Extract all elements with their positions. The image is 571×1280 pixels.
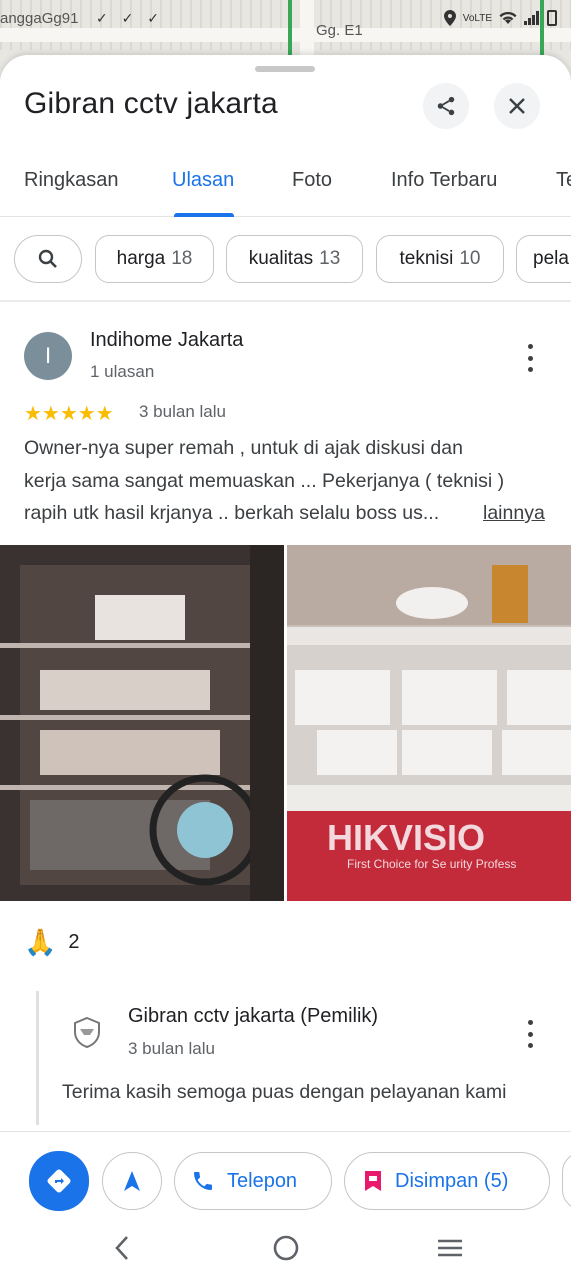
active-tab-indicator [174, 213, 234, 217]
more-options-icon[interactable] [520, 344, 540, 372]
share-icon [437, 96, 455, 116]
share-button[interactable] [423, 83, 469, 129]
call-button[interactable]: Telepon [174, 1152, 332, 1210]
chip-label: teknisi [399, 248, 454, 269]
review-photo-2[interactable]: HIKVISIO First Choice for Se urity Profe… [287, 545, 571, 901]
owner-logo-icon [74, 1016, 100, 1049]
wifi-icon [499, 12, 517, 24]
more-options-icon[interactable] [520, 1020, 540, 1048]
owner-reply-name: Gibran cctv jakarta (Pemilik) [128, 1005, 379, 1027]
search-reviews-button[interactable] [14, 235, 82, 283]
battery-icon [547, 10, 557, 26]
map-route-line [288, 0, 292, 60]
close-icon [509, 98, 525, 114]
photo-banner-text: HIKVISIO [327, 817, 485, 858]
tab-ulasan[interactable]: Ulasan [172, 169, 234, 192]
chip-teknisi[interactable]: teknisi 10 [376, 235, 504, 283]
pray-icon: 🙏 [24, 927, 57, 957]
tab-info-terbaru[interactable]: Info Terbaru [391, 169, 497, 192]
signal-icon [524, 11, 539, 25]
home-icon[interactable] [271, 1233, 301, 1263]
photo-cctv-boxes: HIKVISIO First Choice for Se urity Profe… [287, 545, 571, 901]
check-icon: ✓ ✓ ✓ [96, 10, 164, 26]
star-rating: ★★★★★ [24, 403, 114, 425]
recents-icon[interactable] [436, 1233, 464, 1263]
review-text-line: Owner-nya super remah , untuk di ajak di… [24, 437, 463, 459]
map-route-line [540, 0, 544, 60]
photo-shop-display [0, 545, 284, 901]
review-photo-1[interactable] [0, 545, 284, 901]
call-button-label: Telepon [227, 1169, 298, 1192]
tab-ringkasan[interactable]: Ringkasan [24, 169, 119, 192]
review-text: Owner-nya super remah , untuk di ajak di… [24, 432, 559, 530]
chip-harga[interactable]: harga 18 [95, 235, 214, 283]
back-icon[interactable] [112, 1233, 132, 1263]
place-title: Gibran cctv jakarta [24, 87, 278, 120]
reply-indent-bar [36, 991, 39, 1125]
chip-pelayanan[interactable]: pela [516, 235, 571, 283]
review-text-line: kerja sama sangat memuaskan ... Pekerjan… [24, 469, 505, 492]
directions-icon [47, 1169, 71, 1193]
chip-kualitas[interactable]: kualitas 13 [226, 235, 363, 283]
more-actions-button[interactable] [562, 1152, 571, 1210]
chip-count: 18 [171, 248, 193, 269]
divider [0, 300, 571, 302]
start-navigation-button[interactable] [102, 1152, 162, 1210]
review-filter-chips: harga 18 kualitas 13 teknisi 10 pela [0, 235, 571, 285]
review-author[interactable]: Indihome Jakarta [90, 329, 243, 352]
map-label: anggaGg91 [0, 10, 79, 27]
reaction-summary[interactable]: 🙏 2 [24, 927, 80, 958]
sheet-drag-handle[interactable] [255, 66, 315, 72]
search-icon [38, 249, 57, 268]
system-nav-bar [0, 1221, 571, 1280]
read-more-link[interactable]: lainnya [483, 497, 545, 530]
map-street-label: Gg. E1 [316, 22, 363, 39]
location-icon [443, 10, 456, 26]
action-bar: Telepon Disimpan (5) [0, 1131, 571, 1221]
status-bar-icons: VoLTE [443, 10, 557, 26]
volte-icon: VoLTE [462, 12, 492, 24]
chip-label: pela [533, 248, 569, 269]
navigation-arrow-icon [124, 1171, 140, 1191]
bookmark-icon [365, 1171, 381, 1191]
tab-foto[interactable]: Foto [292, 169, 332, 192]
saved-button-label: Disimpan (5) [395, 1169, 509, 1192]
owner-reply-text: Terima kasih semoga puas dengan pelayana… [62, 1081, 507, 1103]
photo-tagline-text: First Choice for Se urity Profess [347, 857, 516, 871]
phone-icon [194, 1172, 212, 1190]
review-text-line: rapih utk hasil krjanya .. berkah selalu… [24, 502, 440, 524]
place-tabs: Ringkasan Ulasan Foto Info Terbaru Te [0, 155, 571, 217]
place-sheet: Gibran cctv jakarta Ringkasan Ulasan Fot… [0, 55, 571, 1280]
directions-button[interactable] [29, 1151, 89, 1211]
screen: anggaGg91 ✓ ✓ ✓ Gg. E1 VoLTE Gibran cctv… [0, 0, 571, 1280]
tab-overflow[interactable]: Te [556, 169, 571, 192]
close-button[interactable] [494, 83, 540, 129]
review-time: 3 bulan lalu [139, 402, 226, 421]
chip-count: 10 [459, 248, 481, 269]
chip-label: harga [116, 248, 166, 269]
review-author-count: 1 ulasan [90, 362, 155, 381]
map-road [0, 28, 571, 42]
saved-button[interactable]: Disimpan (5) [344, 1152, 550, 1210]
avatar[interactable]: I [24, 332, 72, 380]
map-road [300, 0, 314, 60]
reaction-count: 2 [68, 931, 80, 953]
chip-label: kualitas [248, 248, 314, 269]
owner-reply-time: 3 bulan lalu [128, 1039, 215, 1058]
chip-count: 13 [319, 248, 341, 269]
